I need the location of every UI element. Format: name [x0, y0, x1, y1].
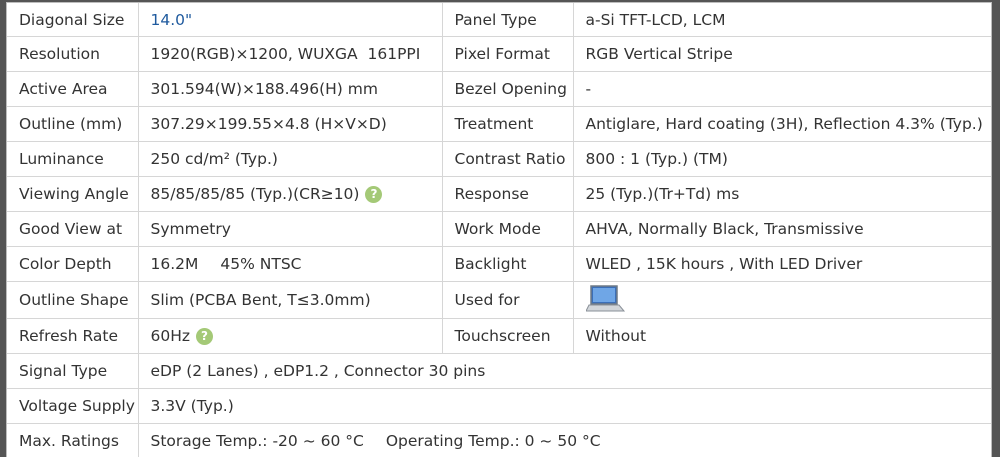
table-row: Outline (mm) 307.29×199.55×4.8 (H×V×D) T…: [7, 106, 991, 142]
spec-value-secondary: 45% NTSC: [220, 255, 302, 273]
spec-value: a-Si TFT-LCD, LCM: [573, 3, 991, 37]
spec-value-cell: 85/85/85/85 (Typ.)(CR≥10)?: [138, 176, 443, 212]
spec-value: 250 cd/m² (Typ.): [138, 141, 443, 177]
spec-label: Backlight: [442, 246, 574, 282]
spec-label: Refresh Rate: [7, 318, 139, 354]
spec-label: Luminance: [7, 141, 139, 177]
spec-label: Outline (mm): [7, 106, 139, 142]
table-row: Viewing Angle 85/85/85/85 (Typ.)(CR≥10)?…: [7, 176, 991, 212]
spec-value: eDP (2 Lanes) , eDP1.2 , Connector 30 pi…: [138, 353, 991, 389]
spec-label: Contrast Ratio: [442, 141, 574, 177]
table-row: Diagonal Size 14.0" Panel Type a-Si TFT-…: [7, 3, 991, 37]
spec-value: Slim (PCBA Bent, T≤3.0mm): [138, 281, 443, 319]
spec-value: -: [573, 71, 991, 107]
spec-label: Bezel Opening: [442, 71, 574, 107]
spec-value: Antiglare, Hard coating (3H), Reflection…: [573, 106, 991, 142]
spec-value: 3.3V (Typ.): [138, 388, 991, 424]
spec-value: Storage Temp.: -20 ~ 60 °C: [150, 432, 364, 450]
spec-label: Panel Type: [442, 3, 574, 37]
spec-value-secondary: Operating Temp.: 0 ~ 50 °C: [385, 432, 601, 450]
spec-value: 1920(RGB)×1200, WUXGA 161PPI: [138, 36, 443, 72]
spec-value: Without: [573, 318, 991, 354]
question-circle-icon[interactable]: ?: [196, 328, 214, 345]
spec-label: Good View at: [7, 211, 139, 247]
spec-value: 800 : 1 (Typ.) (TM): [573, 141, 991, 177]
spec-label: Touchscreen: [442, 318, 574, 354]
spec-value: 301.594(W)×188.496(H) mm: [138, 71, 443, 107]
laptop-icon: [584, 284, 626, 318]
table-row: Outline Shape Slim (PCBA Bent, T≤3.0mm) …: [7, 281, 991, 319]
table-row: Color Depth 16.2M 45% NTSC Backlight WLED…: [7, 246, 991, 282]
spec-value: 14.0": [138, 3, 443, 37]
spec-value-cell: [573, 281, 991, 319]
spec-table-panel: Diagonal Size 14.0" Panel Type a-Si TFT-…: [6, 2, 992, 457]
table-row: Signal Type eDP (2 Lanes) , eDP1.2 , Con…: [7, 353, 991, 389]
spec-value: 16.2M: [150, 255, 199, 273]
table-row: Active Area 301.594(W)×188.496(H) mm Bez…: [7, 71, 991, 107]
spec-label: Outline Shape: [7, 281, 139, 319]
spec-label: Max. Ratings: [7, 423, 139, 457]
spec-label: Color Depth: [7, 246, 139, 282]
spec-label: Work Mode: [442, 211, 574, 247]
table-row: Resolution 1920(RGB)×1200, WUXGA 161PPI …: [7, 36, 991, 72]
table-row: Max. Ratings Storage Temp.: -20 ~ 60 °C O…: [7, 423, 991, 457]
spec-value: WLED , 15K hours , With LED Driver: [573, 246, 991, 282]
spec-label: Response: [442, 176, 574, 212]
spec-value-cell: Storage Temp.: -20 ~ 60 °C Operating Temp…: [138, 423, 991, 457]
spec-label: Active Area: [7, 71, 139, 107]
spec-label: Resolution: [7, 36, 139, 72]
spec-value: AHVA, Normally Black, Transmissive: [573, 211, 991, 247]
spec-label: Diagonal Size: [7, 3, 139, 37]
spec-value-cell: 60Hz?: [138, 318, 443, 354]
table-row: Luminance 250 cd/m² (Typ.) Contrast Rati…: [7, 141, 991, 177]
spec-label: Treatment: [442, 106, 574, 142]
spec-label: Signal Type: [7, 353, 139, 389]
table-row: Voltage Supply 3.3V (Typ.): [7, 388, 991, 424]
spec-label: Used for: [442, 281, 574, 319]
question-circle-icon[interactable]: ?: [365, 186, 383, 203]
spec-label: Viewing Angle: [7, 176, 139, 212]
spec-table: Diagonal Size 14.0" Panel Type a-Si TFT-…: [7, 3, 991, 457]
spec-value: Symmetry: [138, 211, 443, 247]
spec-value: 25 (Typ.)(Tr+Td) ms: [573, 176, 991, 212]
spec-value: 307.29×199.55×4.8 (H×V×D): [138, 106, 443, 142]
spec-label: Pixel Format: [442, 36, 574, 72]
spec-label: Voltage Supply: [7, 388, 139, 424]
table-row: Good View at Symmetry Work Mode AHVA, No…: [7, 211, 991, 247]
spec-value: 60Hz: [150, 327, 191, 345]
spec-value: RGB Vertical Stripe: [573, 36, 991, 72]
spec-value-cell: 16.2M 45% NTSC: [138, 246, 443, 282]
spec-value: 85/85/85/85 (Typ.)(CR≥10): [150, 185, 360, 203]
table-row: Refresh Rate 60Hz? Touchscreen Without: [7, 318, 991, 354]
